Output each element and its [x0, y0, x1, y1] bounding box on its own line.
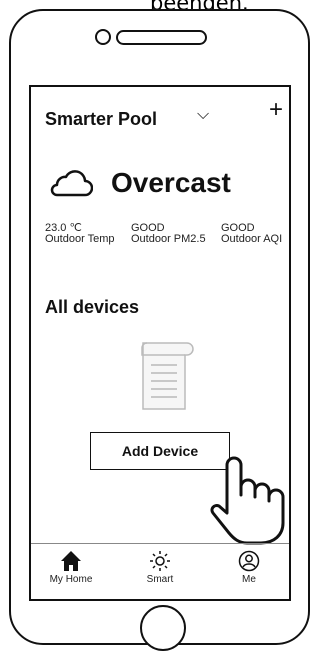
chevron-down-icon[interactable]: ⌵: [197, 106, 209, 124]
tab-label: Me: [242, 574, 256, 585]
bottom-tab-bar: My Home Smart Me: [31, 543, 289, 602]
tab-label: Smart: [146, 574, 174, 585]
stat-label: Outdoor Temp: [45, 233, 115, 245]
weather-condition: Overcast: [111, 167, 231, 198]
stat-label: Outdoor AQI: [221, 233, 283, 245]
home-title[interactable]: Smarter Pool: [45, 109, 157, 130]
hand-pointer-icon: [210, 456, 285, 545]
all-devices-heading: All devices: [45, 297, 140, 317]
tab-me[interactable]: Me: [209, 544, 289, 602]
home-icon: [61, 551, 81, 571]
add-plus-button[interactable]: +: [269, 96, 283, 124]
tab-smart[interactable]: Smart: [120, 544, 200, 602]
user-icon: [238, 550, 260, 572]
phone-home-button[interactable]: [140, 605, 186, 651]
stat-outdoor-temp: 23.0 ℃ Outdoor Temp: [45, 223, 115, 245]
tab-my-home[interactable]: My Home: [31, 544, 111, 602]
cloud-icon: [50, 170, 93, 197]
tab-label: My Home: [49, 574, 93, 585]
sun-icon: [150, 551, 170, 571]
phone-screen: Smarter Pool ⌵ + Overcast 23.0 ℃ Outdoor…: [29, 85, 291, 601]
document-scroll-icon: [141, 342, 194, 410]
speaker-slot: [116, 30, 207, 45]
stat-outdoor-aqi: GOOD Outdoor AQI: [221, 223, 282, 245]
camera-dot: [95, 29, 111, 45]
stat-label: Outdoor PM2.5: [131, 233, 206, 245]
stat-outdoor-pm25: GOOD Outdoor PM2.5: [131, 223, 206, 245]
